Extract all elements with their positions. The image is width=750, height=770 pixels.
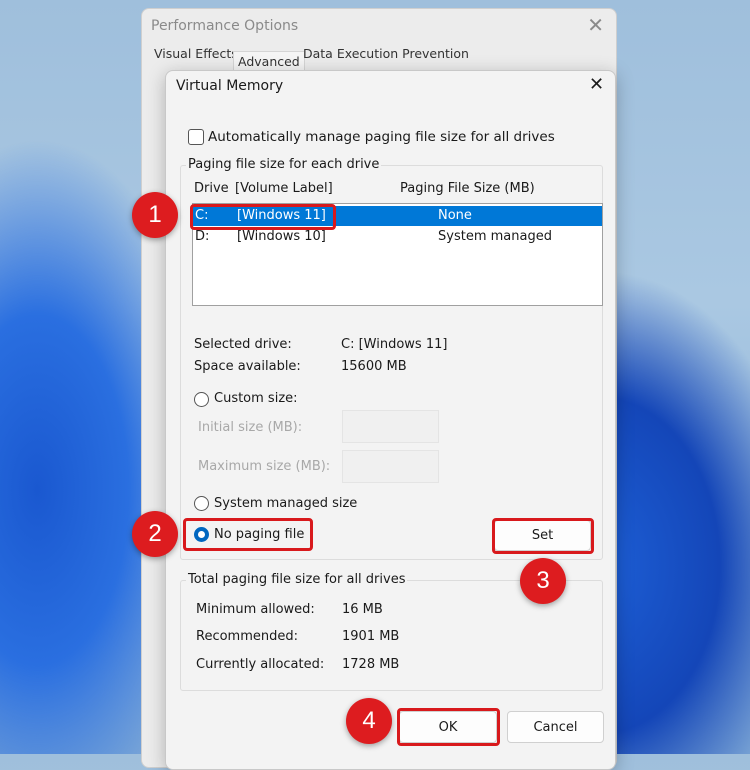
cancel-button[interactable]: Cancel bbox=[507, 711, 604, 743]
min-value: 16 MB bbox=[342, 602, 383, 617]
recommended-label: Recommended: bbox=[196, 629, 298, 644]
custom-size-radio[interactable] bbox=[194, 392, 209, 407]
group-title: Paging file size for each drive bbox=[186, 157, 382, 172]
drive-letter: D: bbox=[195, 229, 210, 244]
current-label: Currently allocated: bbox=[196, 657, 325, 672]
drive-label: [Windows 10] bbox=[237, 229, 326, 244]
tab-dep[interactable]: Data Execution Prevention bbox=[299, 44, 473, 63]
callout-4: 4 bbox=[346, 698, 392, 744]
auto-manage-label: Automatically manage paging file size fo… bbox=[208, 129, 555, 145]
initial-size-label: Initial size (MB): bbox=[198, 420, 303, 435]
callout-3: 3 bbox=[520, 558, 566, 604]
tab-advanced[interactable]: Advanced bbox=[233, 51, 305, 71]
auto-manage-checkbox[interactable] bbox=[188, 129, 204, 145]
current-value: 1728 MB bbox=[342, 657, 400, 672]
header-volume-label: [Volume Label] bbox=[235, 181, 333, 196]
initial-size-input[interactable] bbox=[342, 410, 439, 443]
system-managed-label: System managed size bbox=[214, 496, 358, 511]
close-icon[interactable]: ✕ bbox=[589, 74, 604, 95]
callout-2: 2 bbox=[132, 511, 178, 557]
recommended-value: 1901 MB bbox=[342, 629, 400, 644]
system-managed-radio[interactable] bbox=[194, 496, 209, 511]
highlight-no-paging bbox=[183, 518, 313, 551]
header-drive: Drive bbox=[194, 181, 229, 196]
drive-size: System managed bbox=[438, 229, 552, 244]
drive-row-d[interactable]: D: [Windows 10] System managed bbox=[193, 227, 602, 247]
header-size: Paging File Size (MB) bbox=[400, 181, 535, 196]
maximum-size-label: Maximum size (MB): bbox=[198, 459, 331, 474]
selected-drive-value: C: [Windows 11] bbox=[341, 337, 448, 352]
space-label: Space available: bbox=[194, 359, 301, 374]
selected-drive-label: Selected drive: bbox=[194, 337, 292, 352]
window-title: Performance Options bbox=[151, 18, 299, 34]
dialog-title: Virtual Memory bbox=[176, 78, 284, 94]
custom-size-label: Custom size: bbox=[214, 391, 298, 406]
close-icon[interactable]: ✕ bbox=[587, 13, 604, 37]
space-value: 15600 MB bbox=[341, 359, 407, 374]
highlight-drive-c bbox=[190, 204, 336, 230]
total-group-title: Total paging file size for all drives bbox=[186, 572, 408, 587]
tab-visual-effects[interactable]: Visual Effects bbox=[150, 44, 242, 63]
maximum-size-input[interactable] bbox=[342, 450, 439, 483]
highlight-ok bbox=[397, 708, 500, 746]
min-label: Minimum allowed: bbox=[196, 602, 315, 617]
drive-size: None bbox=[438, 208, 472, 223]
callout-1: 1 bbox=[132, 192, 178, 238]
highlight-set bbox=[492, 518, 594, 554]
